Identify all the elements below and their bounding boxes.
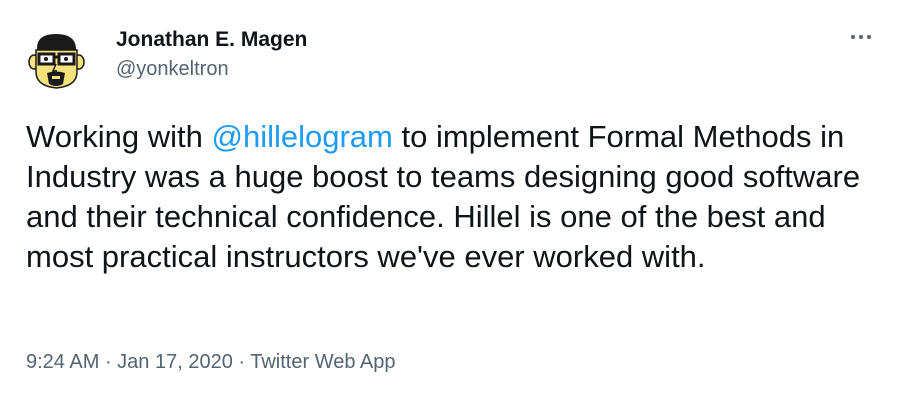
- avatar[interactable]: [23, 26, 90, 93]
- cartoon-face-avatar-icon: [28, 34, 85, 89]
- meta-separator: ·: [232, 351, 251, 373]
- tweet-time[interactable]: 9:24 AM: [26, 351, 99, 373]
- meta-separator: ·: [99, 351, 118, 373]
- tweet-source-app[interactable]: Twitter Web App: [250, 351, 395, 373]
- tweet-card: Jonathan E. Magen @yonkeltron Working wi…: [0, 0, 898, 403]
- tweet-text: Working with @hillelogram to implement F…: [26, 117, 876, 277]
- author-display-name[interactable]: Jonathan E. Magen: [116, 28, 307, 52]
- tweet-metadata: 9:24 AM · Jan 17, 2020 · Twitter Web App: [26, 351, 396, 374]
- tweet-date[interactable]: Jan 17, 2020: [117, 351, 233, 373]
- tweet-text-before: Working with: [26, 119, 212, 154]
- more-options-button[interactable]: [844, 22, 878, 52]
- author-handle[interactable]: @yonkeltron: [116, 58, 229, 81]
- mention-link[interactable]: @hillelogram: [212, 119, 393, 154]
- more-horizontal-icon: [851, 35, 871, 39]
